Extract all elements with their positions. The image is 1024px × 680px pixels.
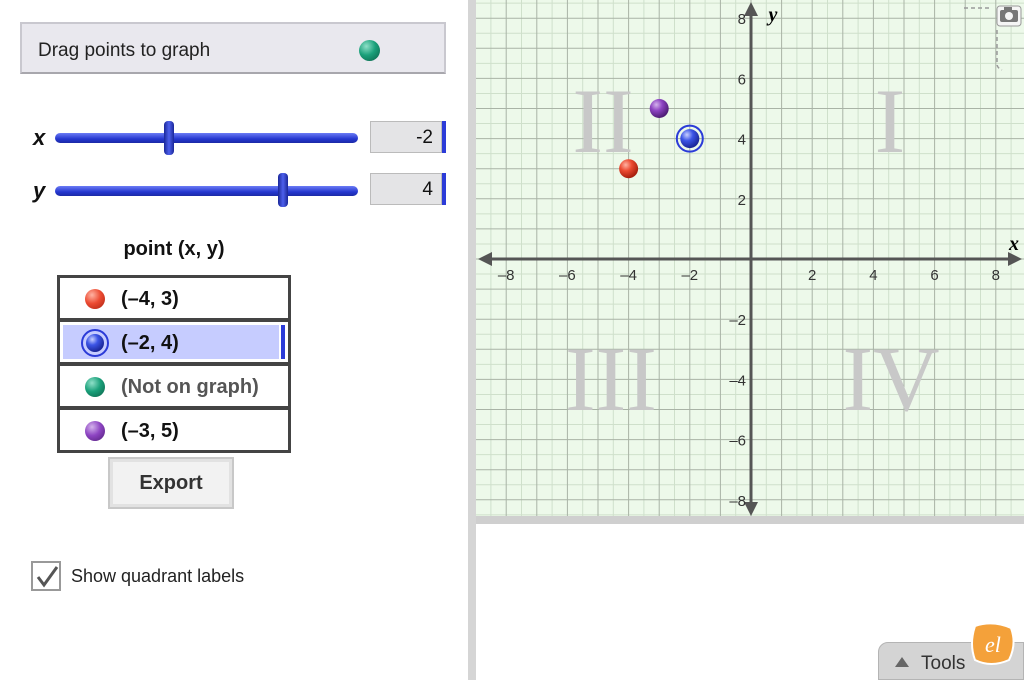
tools-label: Tools: [921, 653, 966, 674]
point-row-blue[interactable]: (–2, 4): [57, 319, 291, 365]
quadrant-label-II: II: [572, 70, 633, 172]
row-selection-indicator: [281, 325, 285, 359]
point-row-text: (–3, 5): [121, 420, 179, 442]
blue-point-selected-icon: [81, 329, 109, 357]
blue-point[interactable]: [680, 129, 700, 149]
panel-divider: [468, 0, 476, 680]
y-tick-label: 4: [738, 132, 746, 149]
y-value-indicator: [442, 173, 446, 205]
explorelearning-logo: el: [971, 622, 1015, 665]
purple-point-icon: [85, 421, 105, 441]
green-point-icon: [85, 377, 105, 397]
purple-point[interactable]: [649, 99, 669, 118]
point-row-green[interactable]: (Not on graph): [57, 363, 291, 409]
red-point[interactable]: [619, 159, 639, 179]
quadrant-label-IV: IV: [842, 328, 939, 430]
red-point-icon: [85, 289, 105, 309]
x-slider-label: x: [33, 125, 46, 150]
x-tick-label: 6: [930, 267, 938, 284]
point-table-title: point (x, y): [123, 238, 225, 260]
drag-points-label: Drag points to graph: [38, 40, 211, 61]
checkmark-icon: [36, 566, 59, 588]
x-tick-label: –4: [620, 267, 637, 284]
point-row-text: (Not on graph): [121, 376, 259, 398]
y-slider-label: y: [33, 178, 46, 203]
point-row-red[interactable]: (–4, 3): [57, 275, 291, 321]
quadrant-label-I: I: [875, 70, 906, 172]
x-tick-label: –8: [498, 267, 515, 284]
y-slider-thumb[interactable]: [278, 173, 288, 207]
logo-text: el: [985, 632, 1001, 657]
quadrant-label-III: III: [565, 328, 657, 430]
y-tick-label: –2: [729, 312, 746, 329]
show-quadrant-labels-label: Show quadrant labels: [71, 566, 245, 586]
show-quadrant-labels-checkbox[interactable]: [31, 561, 61, 591]
x-tick-label: –6: [559, 267, 576, 284]
x-tick-label: 4: [869, 267, 877, 284]
y-tick-label: 2: [738, 192, 746, 209]
point-row-text: (–4, 3): [121, 288, 179, 310]
x-value-field[interactable]: -2: [370, 121, 442, 153]
export-button[interactable]: Export: [108, 457, 234, 509]
x-tick-label: 8: [992, 267, 1000, 284]
y-tick-label: –6: [729, 433, 746, 450]
y-slider-track[interactable]: [55, 186, 358, 196]
graph-bottom-border: [476, 516, 1024, 524]
x-tick-label: –2: [681, 267, 698, 284]
triangle-up-icon: [895, 657, 909, 667]
y-value-field[interactable]: 4: [370, 173, 442, 205]
y-axis-label: y: [767, 4, 778, 26]
y-tick-label: 6: [738, 71, 746, 88]
drag-points-panel[interactable]: Drag points to graph: [20, 22, 446, 74]
x-axis-label: x: [1008, 233, 1019, 255]
point-row-text: (–2, 4): [121, 332, 179, 354]
y-tick-label: –8: [729, 493, 746, 510]
x-tick-label: 2: [808, 267, 816, 284]
y-tick-label: –4: [729, 372, 746, 389]
point-row-purple[interactable]: (–3, 5): [57, 407, 291, 453]
green-point-source[interactable]: [359, 40, 380, 61]
x-slider-track[interactable]: [55, 133, 358, 143]
y-tick-label: 8: [738, 11, 746, 28]
coordinate-graph[interactable]: I II III IV x y –8 –6 –4 –2 2 4 6 8 8 6 4 2 –2 –4 –6 –…: [476, 0, 1024, 518]
x-value-indicator: [442, 121, 446, 153]
x-slider-thumb[interactable]: [164, 121, 174, 155]
